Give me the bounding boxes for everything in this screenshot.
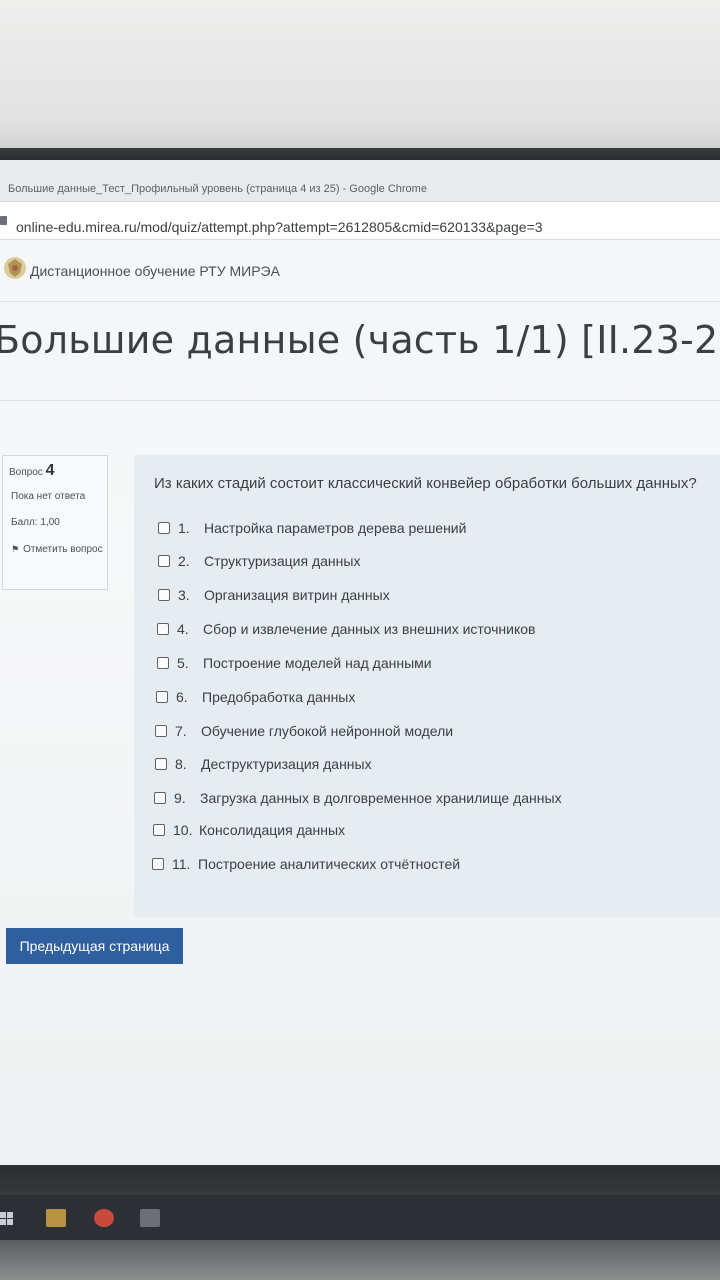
answer-number: 9. bbox=[174, 790, 186, 806]
file-explorer-icon[interactable] bbox=[46, 1209, 66, 1227]
answer-label[interactable]: Построение моделей над данными bbox=[203, 655, 432, 671]
answer-label[interactable]: Организация витрин данных bbox=[204, 587, 390, 603]
answer-label[interactable]: Настройка параметров дерева решений bbox=[204, 520, 466, 536]
question-state: Пока нет ответа bbox=[11, 491, 86, 502]
divider bbox=[0, 400, 720, 401]
site-name-link[interactable]: Дистанционное обучение РТУ МИРЭА bbox=[30, 263, 280, 279]
answer-number: 3. bbox=[178, 587, 190, 603]
desk-surface bbox=[0, 1240, 720, 1280]
answer-checkbox[interactable] bbox=[155, 758, 167, 770]
chrome-icon[interactable] bbox=[94, 1209, 114, 1227]
answer-number: 10. bbox=[173, 822, 193, 838]
answer-option[interactable]: 10. Консолидация данных bbox=[153, 822, 345, 842]
answer-checkbox[interactable] bbox=[158, 522, 170, 534]
answer-label[interactable]: Сбор и извлечение данных из внешних исто… bbox=[203, 621, 536, 637]
answer-option[interactable]: 2. Структуризация данных bbox=[158, 553, 360, 573]
address-bar[interactable]: online-edu.mirea.ru/mod/quiz/attempt.php… bbox=[0, 202, 720, 240]
monitor-bezel-bottom bbox=[0, 1165, 720, 1195]
answer-checkbox[interactable] bbox=[156, 691, 168, 703]
answer-label[interactable]: Загрузка данных в долговременное хранили… bbox=[200, 790, 562, 806]
flag-question-link[interactable]: ⚑ Отметить вопрос bbox=[11, 542, 103, 557]
answer-checkbox[interactable] bbox=[158, 589, 170, 601]
question-number-value: 4 bbox=[45, 462, 55, 479]
answer-checkbox[interactable] bbox=[152, 858, 164, 870]
university-logo-icon[interactable] bbox=[2, 255, 28, 281]
question-text: Из каких стадий состоит классический кон… bbox=[154, 475, 697, 492]
question-info-panel: Вопрос 4 Пока нет ответа Балл: 1,00 ⚑ Отм… bbox=[2, 455, 108, 590]
answer-label[interactable]: Построение аналитических отчётностей bbox=[198, 856, 460, 872]
answer-number: 6. bbox=[176, 689, 188, 705]
calendar-app-icon[interactable] bbox=[140, 1209, 160, 1227]
question-grade: Балл: 1,00 bbox=[11, 517, 60, 528]
answer-option[interactable]: 9. Загрузка данных в долговременное храни… bbox=[154, 790, 562, 810]
wall-background bbox=[0, 0, 720, 150]
windows-start-icon[interactable] bbox=[0, 1212, 14, 1226]
answer-number: 4. bbox=[177, 621, 189, 637]
answer-checkbox[interactable] bbox=[157, 657, 169, 669]
taskbar bbox=[0, 1195, 720, 1240]
flag-question-label: Отметить вопрос bbox=[23, 544, 103, 555]
flag-icon: ⚑ bbox=[11, 544, 20, 554]
url-text[interactable]: online-edu.mirea.ru/mod/quiz/attempt.php… bbox=[16, 219, 543, 235]
site-header: Дистанционное обучение РТУ МИРЭА bbox=[0, 240, 720, 302]
answer-number: 8. bbox=[175, 756, 187, 772]
answer-label[interactable]: Деструктуризация данных bbox=[201, 756, 372, 772]
answer-option[interactable]: 7. Обучение глубокой нейронной модели bbox=[155, 723, 453, 743]
answer-number: 1. bbox=[178, 520, 190, 536]
answer-option[interactable]: 8. Деструктуризация данных bbox=[155, 756, 372, 776]
question-content: Из каких стадий состоит классический кон… bbox=[134, 455, 720, 917]
answer-number: 5. bbox=[177, 655, 189, 671]
answer-checkbox[interactable] bbox=[157, 623, 169, 635]
answer-checkbox[interactable] bbox=[155, 725, 167, 737]
answer-label[interactable]: Структуризация данных bbox=[204, 553, 360, 569]
answer-checkbox[interactable] bbox=[158, 555, 170, 567]
answer-number: 2. bbox=[178, 553, 190, 569]
answer-checkbox[interactable] bbox=[154, 792, 166, 804]
window-title: Большие данные_Тест_Профильный уровень (… bbox=[8, 183, 427, 195]
answer-option[interactable]: 5. Построение моделей над данными bbox=[157, 655, 432, 675]
answer-checkbox[interactable] bbox=[153, 824, 165, 836]
answer-option[interactable]: 4. Сбор и извлечение данных из внешних ис… bbox=[157, 621, 536, 641]
answer-number: 11. bbox=[172, 856, 191, 872]
answer-label[interactable]: Обучение глубокой нейронной модели bbox=[201, 723, 453, 739]
browser-titlebar[interactable]: Большие данные_Тест_Профильный уровень (… bbox=[0, 160, 720, 202]
answer-label[interactable]: Консолидация данных bbox=[199, 822, 345, 838]
answer-option[interactable]: 1. Настройка параметров дерева решений bbox=[158, 520, 466, 540]
browser-screen: Большие данные_Тест_Профильный уровень (… bbox=[0, 160, 720, 1165]
monitor-bezel-top bbox=[0, 148, 720, 160]
page-title: Большие данные (часть 1/1) [II.23-24] bbox=[0, 318, 720, 362]
answer-number: 7. bbox=[175, 723, 187, 739]
answer-option[interactable]: 6. Предобработка данных bbox=[156, 689, 355, 709]
question-number: Вопрос 4 bbox=[9, 462, 54, 480]
previous-page-button[interactable]: Предыдущая страница bbox=[6, 928, 183, 964]
answer-label[interactable]: Предобработка данных bbox=[202, 689, 355, 705]
question-number-label: Вопрос bbox=[9, 467, 43, 478]
lock-icon bbox=[0, 216, 7, 225]
answer-option[interactable]: 11. Построение аналитических отчётностей bbox=[152, 856, 460, 876]
answer-option[interactable]: 3. Организация витрин данных bbox=[158, 587, 390, 607]
